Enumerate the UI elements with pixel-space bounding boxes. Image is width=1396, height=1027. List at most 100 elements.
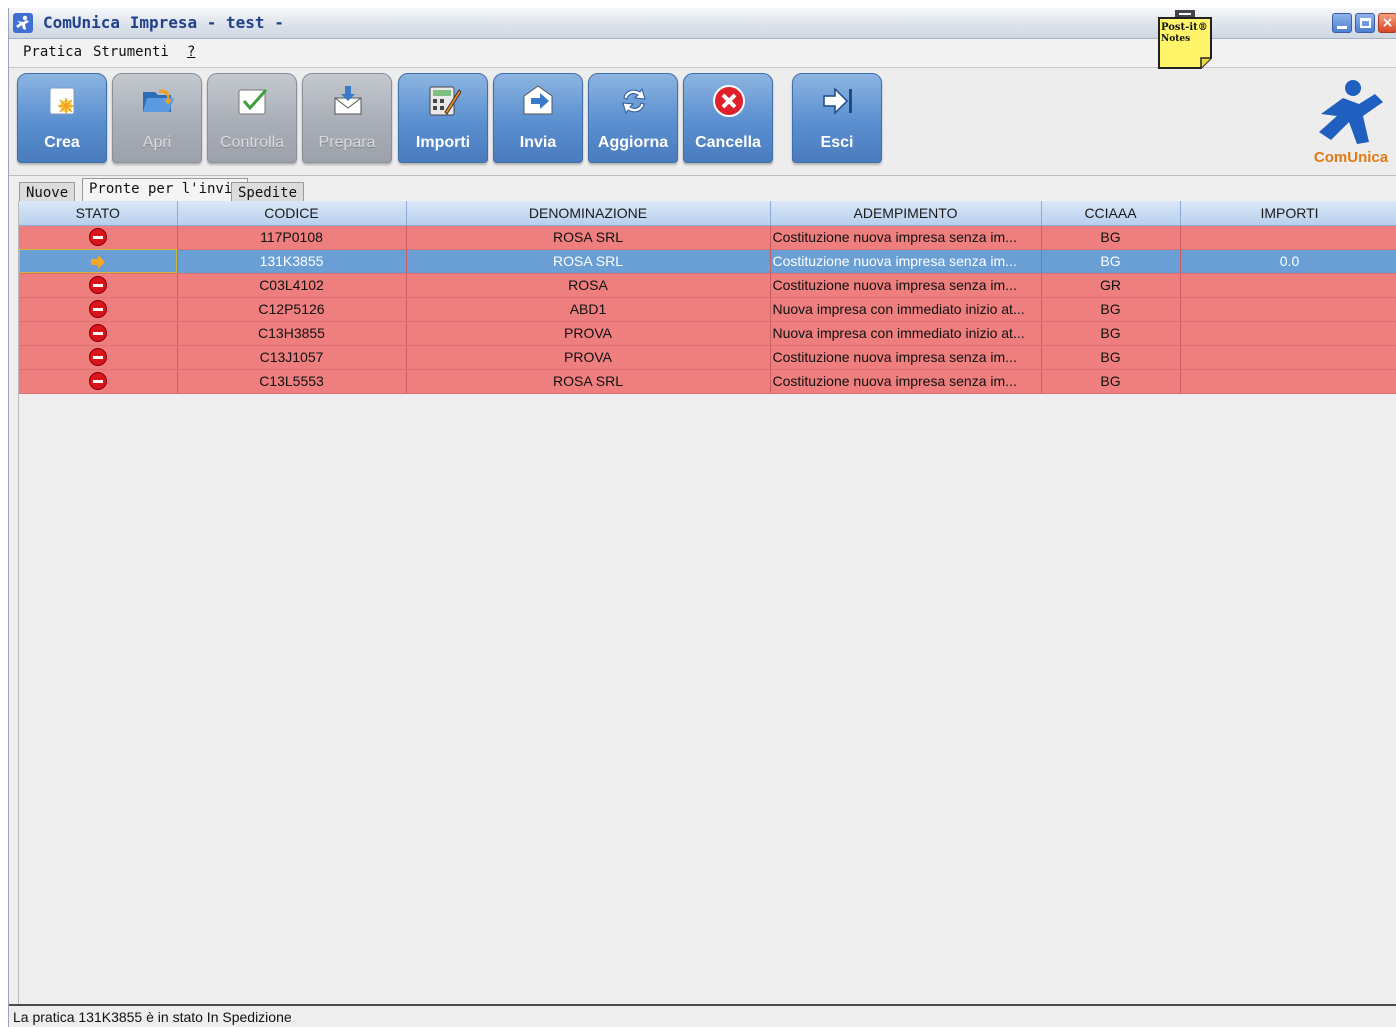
codice-cell: C12P5126 [177,297,407,322]
table-row[interactable]: C12P5126 ABD1 Nuova impresa con immediat… [19,297,1396,322]
post-it-title: Post-it® [1161,22,1208,33]
check-icon [238,89,268,115]
adempimento-cell: Costituzione nuova impresa senza im... [770,273,1042,298]
table-row[interactable]: C13L5553 ROSA SRL Costituzione nuova imp… [19,369,1396,394]
cancella-label: Cancella [695,134,761,151]
tab-bar: Nuove Pronte per l'invio Spedite [9,176,1396,204]
table-header-row: STATO CODICE DENOMINAZIONE ADEMPIMENTO C… [19,201,1396,226]
adempimento-cell: Nuova impresa con immediato inizio at... [770,297,1042,322]
prepara-label: Prepara [318,134,376,151]
esci-button[interactable]: Esci [792,73,882,163]
table-row[interactable]: C13H3855 PROVA Nuova impresa con immedia… [19,321,1396,346]
column-header-denominazione[interactable]: DENOMINAZIONE [406,201,771,226]
invia-label: Invia [519,134,557,151]
toolbar: Crea Apri Controlla Prepara Importi Invi… [9,68,1396,176]
logo-text: ComUnica [1313,149,1389,166]
controlla-button[interactable]: Controlla [207,73,297,163]
prepara-button[interactable]: Prepara [302,73,392,163]
exit-icon [823,87,852,115]
aggiorna-button[interactable]: Aggiorna [588,73,678,163]
post-it-subtitle: Notes [1161,34,1191,44]
adempimento-cell: Costituzione nuova impresa senza im... [770,345,1042,370]
stato-cell [19,249,178,274]
stato-cell [19,369,178,394]
prepare-envelope-icon [334,86,362,115]
pratiche-table: STATO CODICE DENOMINAZIONE ADEMPIMENTO C… [19,201,1396,394]
codice-cell: 117P0108 [177,225,407,250]
denominazione-cell: ROSA SRL [406,249,771,274]
stato-cell [19,345,178,370]
refresh-icon [622,87,646,115]
column-header-importi[interactable]: IMPORTI [1180,201,1396,226]
table-row[interactable]: C13J1057 PROVA Costituzione nuova impres… [19,345,1396,370]
stop-icon [88,276,107,295]
status-text: La pratica 131K3855 è in stato In Spediz… [13,1009,292,1025]
menu-strumenti[interactable]: Strumenti [93,44,169,60]
apri-label: Apri [142,134,172,151]
importi-cell [1180,345,1396,370]
cciaa-cell: BG [1041,369,1181,394]
codice-cell: C13L5553 [177,369,407,394]
menu-help[interactable]: ? [187,44,195,60]
importi-label: Importi [415,134,471,151]
table-row-selected[interactable]: 131K3855 ROSA SRL Costituzione nuova imp… [19,249,1396,274]
importi-cell [1180,321,1396,346]
controlla-label: Controlla [219,134,285,151]
aggiorna-label: Aggiorna [597,134,669,151]
adempimento-cell: Costituzione nuova impresa senza im... [770,369,1042,394]
crea-label: Crea [44,134,80,151]
importi-button[interactable]: Importi [398,73,488,163]
adempimento-cell: Nuova impresa con immediato inizio at... [770,321,1042,346]
importi-cell [1180,369,1396,394]
denominazione-cell: PROVA [406,321,771,346]
cciaa-cell: BG [1041,321,1181,346]
denominazione-cell: ABD1 [406,297,771,322]
cciaa-cell: BG [1041,225,1181,250]
stop-icon [88,300,107,319]
importi-cell [1180,225,1396,250]
comunica-logo: ComUnica [1309,76,1393,166]
adempimento-cell: Costituzione nuova impresa senza im... [770,225,1042,250]
denominazione-cell: ROSA [406,273,771,298]
pratiche-table-area[interactable]: STATO CODICE DENOMINAZIONE ADEMPIMENTO C… [18,201,1396,1011]
cciaa-cell: BG [1041,297,1181,322]
codice-cell: C13H3855 [177,321,407,346]
new-document-icon [49,87,75,115]
table-row[interactable]: 117P0108 ROSA SRL Costituzione nuova imp… [19,225,1396,250]
column-header-stato[interactable]: STATO [19,201,178,226]
stato-cell [19,297,178,322]
denominazione-cell: PROVA [406,345,771,370]
window-title: ComUnica Impresa - test - [43,13,284,32]
cciaa-cell: BG [1041,249,1181,274]
cciaa-cell: GR [1041,273,1181,298]
column-header-cciaa[interactable]: CCIAAA [1041,201,1181,226]
stop-icon [88,372,107,391]
column-header-adempimento[interactable]: ADEMPIMENTO [770,201,1042,226]
table-row[interactable]: C03L4102 ROSA Costituzione nuova impresa… [19,273,1396,298]
comunica-app-icon[interactable] [13,13,33,33]
importi-cell [1180,297,1396,322]
send-envelope-icon [523,85,553,115]
minimize-button[interactable] [1332,13,1352,33]
column-header-codice[interactable]: CODICE [177,201,407,226]
codice-cell: C03L4102 [177,273,407,298]
esci-label: Esci [820,134,854,151]
denominazione-cell: ROSA SRL [406,369,771,394]
stato-cell [19,273,178,298]
arrow-icon [90,255,105,270]
stop-icon [88,324,107,343]
post-it-notes-widget[interactable]: Post-it® Notes [1157,10,1213,70]
menu-pratica[interactable]: Pratica [23,44,82,60]
calculator-icon [429,86,461,116]
apri-button[interactable]: Apri [112,73,202,163]
importi-cell: 0.0 [1180,249,1396,274]
importi-cell [1180,273,1396,298]
invia-button[interactable]: Invia [493,73,583,163]
cancel-icon [713,85,745,117]
stato-cell [19,225,178,250]
crea-button[interactable]: Crea [17,73,107,163]
cancella-button[interactable]: Cancella [683,73,773,163]
codice-cell: 131K3855 [177,249,407,274]
close-button[interactable]: × [1378,13,1396,33]
maximize-button[interactable] [1355,13,1375,33]
